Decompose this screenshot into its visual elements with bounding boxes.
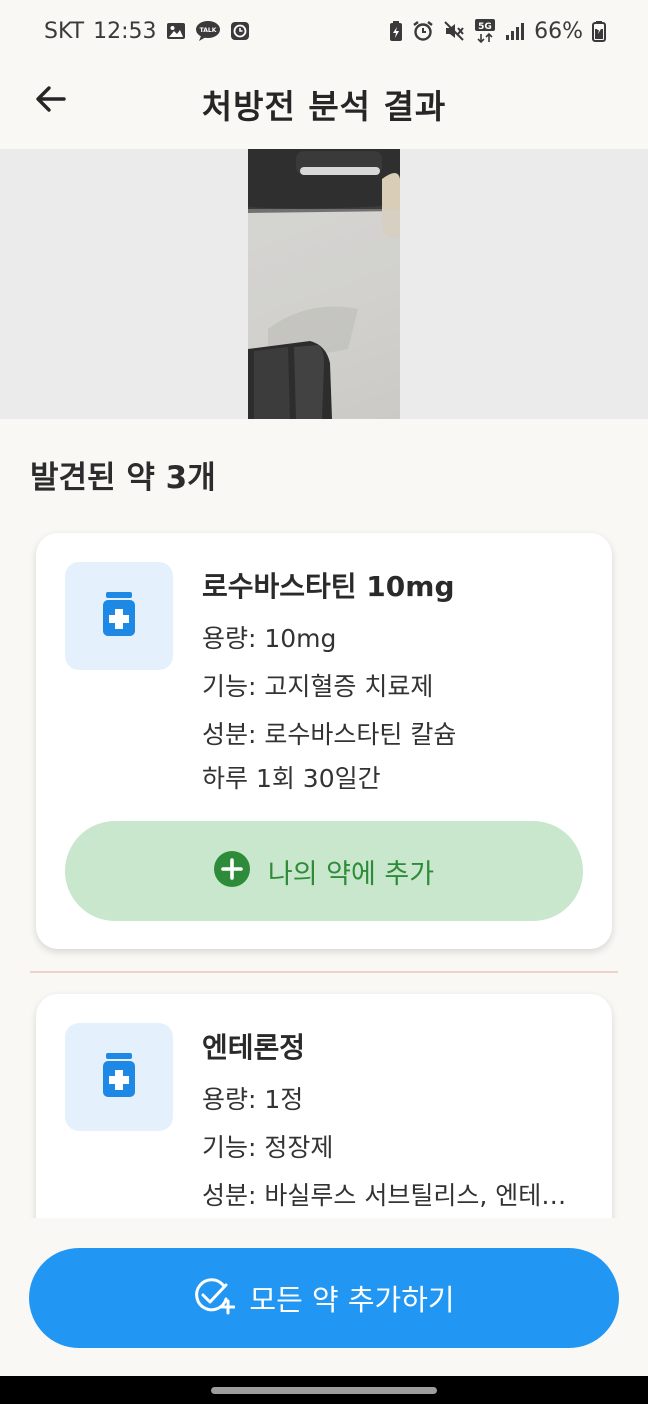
home-indicator[interactable] (211, 1387, 437, 1394)
alarm-icon (412, 20, 434, 42)
add-to-my-medicines-label: 나의 약에 추가 (267, 858, 435, 890)
medicine-list[interactable]: 로수바스타틴 10mg 용량: 10mg 기능: 고지혈증 치료제 성분: 로수… (0, 512, 648, 1218)
check-plus-icon (193, 1277, 236, 1319)
mute-icon (443, 20, 465, 42)
medicine-dosage: 용량: 1정 (202, 1085, 304, 1114)
plus-circle-icon (213, 851, 250, 891)
network-type: 5G (478, 22, 492, 32)
prescription-photo[interactable] (248, 149, 400, 419)
talk-icon: TALK (195, 20, 221, 42)
medicine-card: 엔테론정 용량: 1정 기능: 정장제 성분: 바실루스 서브틸리스, 엔테… (36, 994, 612, 1218)
add-to-my-medicines-button[interactable]: 나의 약에 추가 (65, 821, 583, 921)
medicine-ingredient: 성분: 로수바스타틴 칼슘 (202, 720, 457, 749)
battery-icon (592, 20, 606, 42)
carrier-label: SKT (44, 18, 85, 44)
medicine-name: 로수바스타틴 10mg (202, 570, 455, 603)
system-nav-bar (0, 1376, 648, 1404)
divider (30, 971, 618, 973)
signal-icon (505, 21, 525, 41)
medicine-ingredient: 성분: 바실루스 서브틸리스, 엔테… (202, 1181, 567, 1210)
page-title: 처방전 분석 결과 (201, 87, 447, 126)
status-left: SKT 12:53 TALK (44, 19, 250, 44)
medicine-schedule: 하루 1회 30일간 (202, 764, 381, 793)
app-bar: 처방전 분석 결과 (0, 62, 648, 138)
medicine-bottle-icon (101, 1053, 137, 1101)
medicine-dosage: 용량: 10mg (202, 624, 337, 653)
found-medicines-heading: 발견된 약 3개 (30, 460, 216, 496)
status-bar: SKT 12:53 TALK 5G 66% (0, 0, 648, 62)
medicine-name: 엔테론정 (202, 1031, 306, 1064)
medicine-icon-box (65, 562, 173, 670)
medicine-card: 로수바스타틴 10mg 용량: 10mg 기능: 고지혈증 치료제 성분: 로수… (36, 533, 612, 949)
add-all-medicines-button[interactable]: 모든 약 추가하기 (29, 1248, 619, 1348)
add-all-medicines-label: 모든 약 추가하기 (249, 1283, 455, 1317)
battery-saver-icon (389, 20, 403, 42)
prescription-photo-area (0, 149, 648, 419)
medicine-bottle-icon (101, 592, 137, 640)
clock-app-icon (230, 21, 250, 41)
5g-icon: 5G (474, 18, 496, 44)
clock-time: 12:53 (93, 18, 157, 44)
battery-percent: 66% (534, 18, 583, 44)
svg-text:TALK: TALK (199, 27, 216, 34)
gallery-icon (166, 21, 186, 41)
medicine-function: 기능: 고지혈증 치료제 (202, 672, 434, 701)
status-right: 5G 66% (389, 18, 606, 44)
medicine-function: 기능: 정장제 (202, 1133, 334, 1162)
medicine-icon-box (65, 1023, 173, 1131)
